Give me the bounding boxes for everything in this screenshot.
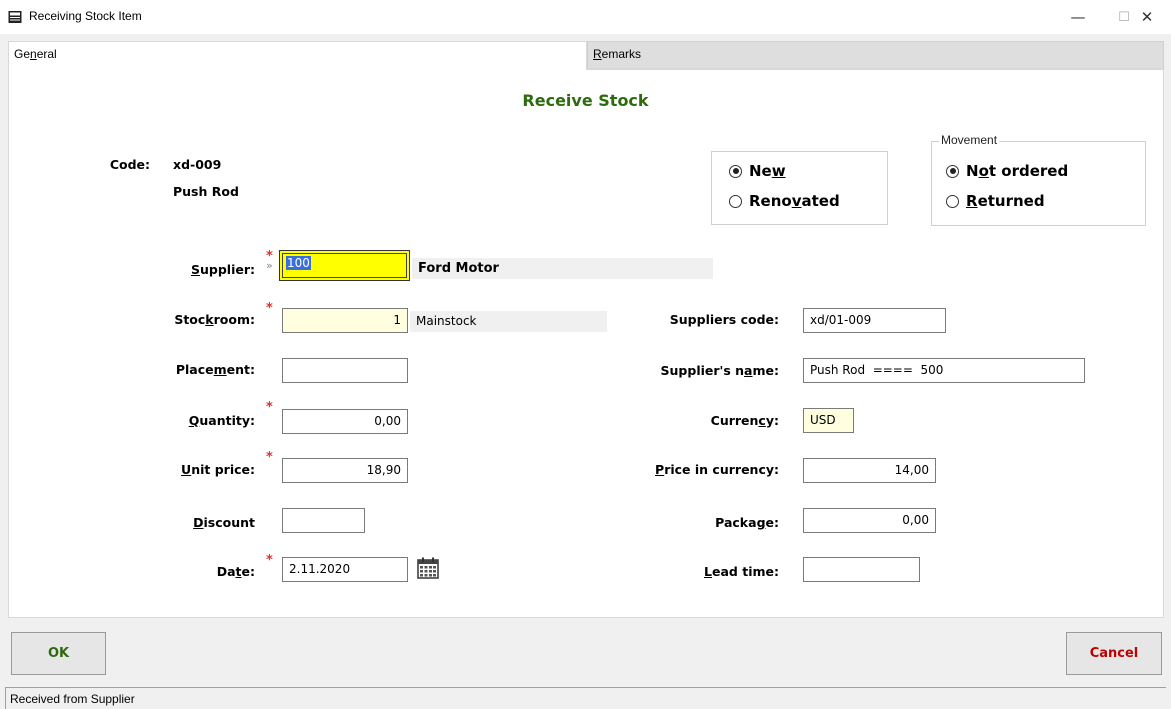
radio-not-ordered[interactable]: Not ordered — [946, 162, 1068, 180]
placement-label: Placement: — [175, 362, 255, 377]
radio-renovated-indicator[interactable] — [729, 194, 742, 208]
discount-input[interactable] — [282, 508, 365, 533]
minimize-button[interactable]: — — [1055, 0, 1101, 34]
close-button[interactable]: ✕ — [1124, 0, 1170, 34]
ok-button[interactable]: OK — [11, 632, 106, 675]
lead-time-label: Lead time: — [704, 564, 779, 579]
radio-returned[interactable]: Returned — [946, 192, 1045, 210]
title-bar — [0, 0, 1171, 34]
currency-input[interactable]: USD — [803, 408, 854, 433]
item-code: xd-009 — [173, 157, 222, 172]
suppliers-name-label: Supplier's name: — [660, 363, 779, 378]
suppliers-name-input[interactable]: Push Rod ==== 500 — [803, 358, 1085, 383]
supplier-name: Ford Motor — [412, 258, 713, 279]
item-name: Push Rod — [173, 184, 239, 199]
supplier-lookup-mark: » — [266, 259, 273, 272]
suppliers-code-input[interactable]: xd/01-009 — [803, 308, 946, 333]
package-input[interactable]: 0,00 — [803, 508, 936, 533]
window-title: Receiving Stock Item — [29, 9, 142, 23]
calendar-icon[interactable] — [417, 557, 439, 579]
cancel-button[interactable]: Cancel — [1066, 632, 1162, 675]
stockroom-input[interactable]: 1 — [282, 308, 408, 333]
quantity-label: Quantity: — [188, 413, 255, 428]
stockroom-label: Stockroom: — [174, 312, 255, 327]
date-required-mark: * — [266, 553, 273, 568]
supplier-input[interactable]: 100 — [286, 256, 311, 270]
currency-label: Currency: — [710, 413, 779, 428]
suppliers-code-label: Suppliers code: — [669, 312, 779, 327]
date-label: Date: — [216, 564, 255, 579]
movement-group — [931, 141, 1146, 226]
stockroom-required-mark: * — [266, 301, 273, 316]
package-label: Package: — [715, 515, 779, 530]
lead-time-input[interactable] — [803, 557, 920, 582]
radio-returned-indicator[interactable] — [946, 194, 959, 208]
movement-legend: Movement — [939, 133, 1000, 147]
quantity-input[interactable]: 0,00 — [282, 409, 408, 434]
discount-label: Discount — [193, 515, 255, 530]
tab-remarks[interactable]: Remarks — [587, 41, 1164, 69]
unit-price-input[interactable]: 18,90 — [282, 458, 408, 483]
radio-new-indicator[interactable] — [729, 164, 742, 178]
price-in-currency-label: Price in currency: — [655, 462, 779, 477]
code-label: Code: — [109, 157, 150, 172]
status-bar: Received from Supplier — [5, 687, 1166, 709]
radio-renovated[interactable]: Renovated — [729, 192, 840, 210]
unit-price-label: Unit price: — [181, 462, 255, 477]
supplier-label: Supplier: — [190, 262, 255, 277]
unit-price-required-mark: * — [266, 450, 273, 465]
supplier-field-frame[interactable]: 100 — [279, 250, 410, 281]
radio-new[interactable]: New — [729, 162, 786, 180]
date-input[interactable]: 2.11.2020 — [282, 557, 408, 582]
stockroom-name: Mainstock — [410, 311, 607, 332]
app-icon — [8, 11, 22, 23]
quantity-required-mark: * — [266, 400, 273, 415]
tab-general[interactable]: General — [8, 41, 587, 70]
page-title: Receive Stock — [522, 91, 649, 110]
placement-input[interactable] — [282, 358, 408, 383]
radio-not-ordered-indicator[interactable] — [946, 164, 959, 178]
price-in-currency-input[interactable]: 14,00 — [803, 458, 936, 483]
